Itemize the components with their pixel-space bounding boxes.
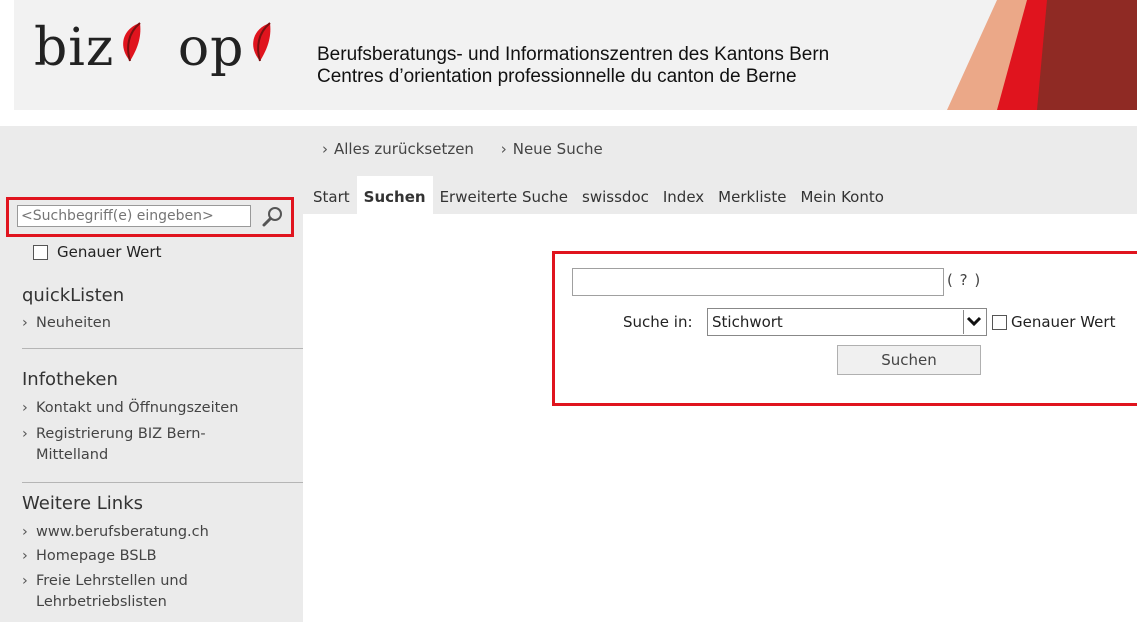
help-link[interactable]: ( ? ) [947,271,981,289]
subtitle-de: Berufsberatungs- und Informationszentren… [317,44,830,65]
chevron-right-icon: › [322,140,328,158]
new-search-link[interactable]: › Neue Suche [501,140,603,158]
main-exact-label: Genauer Wert [1011,313,1116,331]
search-submit-button[interactable]: Suchen [837,345,981,375]
tab-mein-konto[interactable]: Mein Konto [793,176,890,214]
sidebar-exact-label: Genauer Wert [57,243,162,261]
breadcrumb: › Alles zurücksetzen › Neue Suche [322,140,625,158]
sidebar-link-kontakt[interactable]: › Kontakt und Öffnungszeiten [22,398,238,419]
chevron-right-icon: › [500,140,507,158]
logo-text-biz: biz [34,18,115,78]
tab-swissdoc[interactable]: swissdoc [575,176,656,214]
reset-all-link[interactable]: › Alles zurücksetzen [322,140,474,158]
chevron-down-icon [966,316,982,327]
weitere-links-title: Weitere Links [22,493,143,514]
search-in-value: Stichwort [712,313,783,331]
sidebar-divider [22,482,303,483]
tab-erweiterte-suche[interactable]: Erweiterte Suche [433,176,575,214]
select-dropdown-button[interactable] [963,310,985,334]
tab-bar: Start Suchen Erweiterte Suche swissdoc I… [306,176,891,214]
logo-leaf-icon [246,18,276,78]
chevron-right-icon: › [22,573,28,589]
chevron-right-icon: › [22,315,28,331]
chevron-right-icon: › [22,548,28,564]
biz-op-logo[interactable]: biz op [34,18,276,78]
search-icon[interactable] [261,205,285,229]
infotheken-title: Infotheken [22,369,118,390]
sidebar-search-input[interactable] [17,205,251,227]
header-subtitle: Berufsberatungs- und Informationszentren… [317,44,829,88]
chevron-right-icon: › [22,426,28,442]
main-search-input[interactable] [572,268,944,296]
quicklisten-title: quickListen [22,285,125,306]
main-exact-checkbox[interactable] [992,315,1007,330]
sidebar-exact-checkbox[interactable] [33,245,48,260]
logo-text-op: op [177,18,245,78]
header-decoration-icon [947,0,1137,110]
sidebar-link-berufsberatung[interactable]: › www.berufsberatung.ch [22,522,209,543]
subtitle-fr: Centres d’orientation professionnelle du… [317,66,797,87]
logo-leaf-icon [116,18,146,78]
sidebar-link-lehrstellen[interactable]: › Freie Lehrstellen und Lehrbetriebslisten [22,571,188,613]
tab-index[interactable]: Index [656,176,711,214]
sidebar-link-registrierung[interactable]: › Registrierung BIZ Bern- Mittelland [22,424,206,466]
sidebar-divider [22,348,303,349]
site-header: biz op Berufsberatungs- und Informations… [14,0,1137,110]
tab-suchen[interactable]: Suchen [356,176,433,214]
search-in-label: Suche in: [623,313,693,331]
chevron-right-icon: › [22,400,28,416]
sidebar-link-bslb[interactable]: › Homepage BSLB [22,546,157,567]
tab-merkliste[interactable]: Merkliste [711,176,793,214]
chevron-right-icon: › [22,524,28,540]
sidebar-link-neuheiten[interactable]: › Neuheiten [22,313,111,334]
tab-start[interactable]: Start [306,176,357,214]
